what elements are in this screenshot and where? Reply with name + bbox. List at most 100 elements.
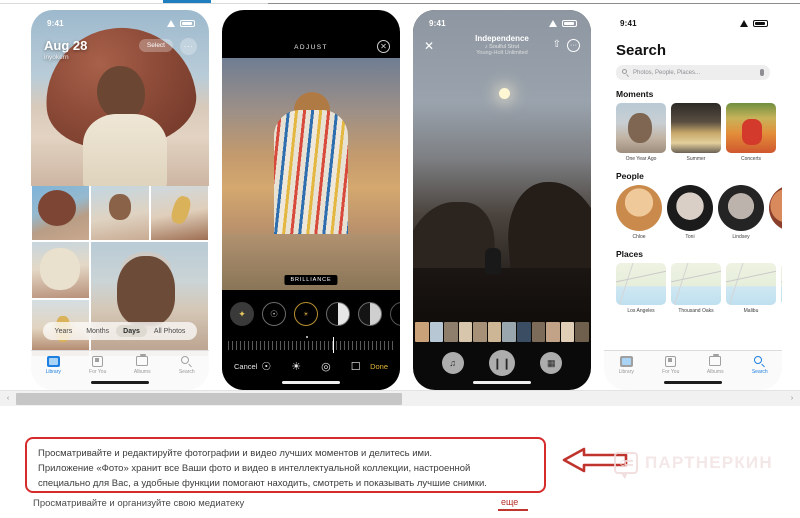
phone-screenshot-memory[interactable]: 9:41 ✕ Independence ♪ Soulful Strut Youn… [413,10,591,390]
select-button[interactable]: Select [138,39,173,52]
intensity-slider[interactable] [228,336,394,354]
slider-knob[interactable] [332,337,335,353]
more-adjustments-icon[interactable] [390,302,400,326]
more-options-icon[interactable]: ··· [567,39,580,52]
moment-card[interactable]: Concerts [726,103,776,162]
tab-for-you[interactable]: For You [76,355,121,375]
sub-caption: Просматривайте и организуйте свою медиат… [33,498,245,509]
crop-icon[interactable]: ☉ [261,360,271,373]
memory-playback-controls[interactable]: ♫ ❙❙ ▦ [413,346,591,380]
tab-library[interactable]: Library [604,355,649,375]
grid-icon[interactable]: ▦ [540,352,563,374]
person-label: Toni [685,234,695,240]
place-card[interactable]: Los Angeles [616,263,666,314]
filmstrip-frame[interactable] [444,322,458,342]
photo-subject-dress [83,114,167,186]
segment-months[interactable]: Months [79,325,116,337]
filmstrip-frame[interactable] [575,322,589,342]
place-card[interactable]: Thousand Oaks [671,263,721,314]
microphone-icon[interactable] [760,69,764,76]
auto-enhance-icon[interactable]: ✦ [230,302,254,326]
filmstrip-frame[interactable] [415,322,429,342]
memory-header: ✕ Independence ♪ Soulful Strut Young-Hol… [413,32,591,68]
grid-photo[interactable] [91,186,149,240]
filmstrip-frame[interactable] [531,322,546,342]
description-callout: Просматривайте и редактируйте фотографии… [25,437,546,493]
markup-icon[interactable]: ☐ [351,360,361,373]
place-card[interactable]: Malibu [726,263,776,314]
tab-label: Library [45,369,61,375]
place-card[interactable]: San [781,263,782,314]
tab-search[interactable]: Search [738,355,783,375]
tab-albums[interactable]: Albums [120,354,165,375]
section-title-people: People [616,171,644,181]
photo-library-icon [619,355,633,367]
tab-for-you[interactable]: For You [649,355,694,375]
segment-days[interactable]: Days [116,325,147,337]
tab-library[interactable]: Library [31,355,76,375]
places-row[interactable]: Los Angeles Thousand Oaks Malibu San [616,263,782,314]
filmstrip-frame[interactable] [429,322,444,342]
person-card[interactable] [769,185,782,240]
brightness-icon[interactable] [358,302,382,326]
filmstrip-frame[interactable] [546,322,560,342]
filmstrip-frame[interactable] [487,322,502,342]
edit-panel[interactable]: ✦ ☉ ☀ Cancel ☉ ☀ ◎ ☐ Done [222,290,400,390]
brilliance-icon[interactable]: ☀ [294,302,318,326]
pause-icon[interactable]: ❙❙ [488,350,515,376]
adjust-icon[interactable]: ☀ [291,360,301,373]
exposure-icon[interactable]: ☉ [262,302,286,326]
timeline-segmented-control[interactable]: Years Months Days All Photos [31,320,209,342]
edit-preview-photo[interactable] [222,58,400,290]
segment-all-photos[interactable]: All Photos [147,325,193,337]
moment-card[interactable]: One Year Ago [616,103,666,162]
person-card[interactable]: Lindsey [718,185,764,240]
moment-thumbnail [616,103,666,153]
grid-photo[interactable] [150,186,208,240]
phone-screenshot-search[interactable]: 9:41 Search Photos, People, Places... Mo… [604,10,782,390]
music-note-icon[interactable]: ♫ [441,352,464,374]
phone-screenshot-adjust[interactable]: ADJUST ✕ BRILLIANCE ✦ ☉ ☀ Cancel ☉ ☀ ◎ ☐… [222,10,400,390]
person-card[interactable]: Toni [667,185,713,240]
moment-card[interactable]: Summer [671,103,721,162]
close-icon[interactable]: ✕ [377,40,390,53]
people-row[interactable]: Chloe Toni Lindsey [616,185,782,240]
contrast-icon[interactable] [326,302,350,326]
moments-row[interactable]: One Year Ago Summer Concerts [616,103,776,162]
more-link[interactable]: еще [498,497,528,511]
scrollbar-thumb[interactable] [16,393,402,405]
grid-photo[interactable] [32,186,90,240]
segmented-pills[interactable]: Years Months Days All Photos [42,322,198,340]
search-input[interactable]: Photos, People, Places... [616,65,770,80]
filmstrip-frame[interactable] [502,322,517,342]
tab-albums[interactable]: Albums [693,354,738,375]
person-card[interactable]: Chloe [616,185,662,240]
moment-thumbnail [726,103,776,153]
photo-location: inyokern [44,54,69,61]
adjustment-filter-row[interactable]: ✦ ☉ ☀ [230,302,400,326]
filmstrip-frame[interactable] [458,322,473,342]
grid-photo[interactable] [32,242,90,298]
gallery-scrollbar[interactable]: ‹ › [0,390,800,406]
memory-filmstrip[interactable] [413,322,591,342]
photo-date: Aug 28 [44,38,88,53]
wifi-icon [549,20,558,27]
share-icon[interactable]: ⇧ [553,39,561,50]
filmstrip-frame[interactable] [517,322,531,342]
screenshot-gallery[interactable]: 9:41 Aug 28 inyokern Select ··· Years Mo… [0,5,800,390]
memory-titles: Independence ♪ Soulful Strut Young-Holt … [413,34,591,56]
tab-search[interactable]: Search [165,355,210,375]
tab-label: Search [751,369,768,375]
filmstrip-frame[interactable] [560,322,575,342]
phone-screenshot-library[interactable]: 9:41 Aug 28 inyokern Select ··· Years Mo… [31,10,209,390]
filmstrip-frame[interactable] [473,322,487,342]
segment-years[interactable]: Years [48,325,80,337]
tab-bar[interactable]: Library For You Albums Search [31,350,209,390]
done-button[interactable]: Done [370,362,388,371]
filters-icon[interactable]: ◎ [321,360,331,373]
scroll-right-icon[interactable]: › [784,391,800,407]
more-options-icon[interactable]: ··· [180,38,197,55]
scroll-left-icon[interactable]: ‹ [0,391,16,407]
featured-photo[interactable]: Aug 28 inyokern Select ··· [31,10,209,186]
tab-bar[interactable]: Library For You Albums Search [604,350,782,390]
